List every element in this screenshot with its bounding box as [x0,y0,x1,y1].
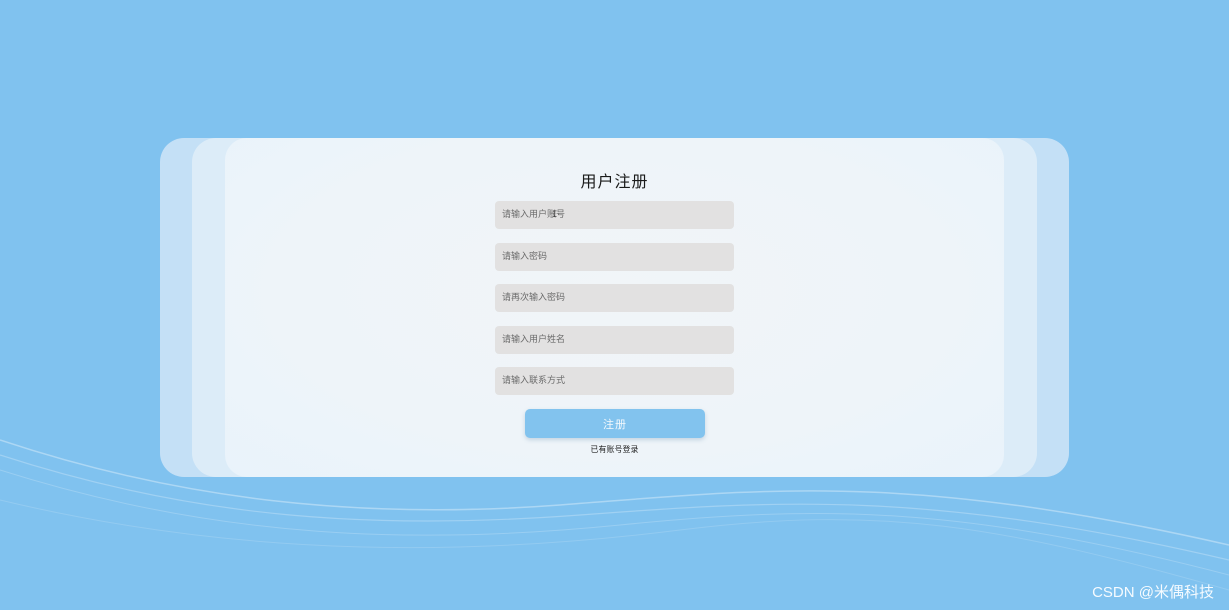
watermark: CSDN @米偶科技 [1092,584,1214,601]
account-input[interactable] [495,201,734,229]
login-link[interactable]: 已有账号登录 [225,444,1004,455]
register-button[interactable]: 注册 [525,409,705,438]
text-cursor-icon: I [552,210,558,220]
register-card: 用户注册 I 注册 已有账号登录 [225,138,1004,477]
contact-input[interactable] [495,367,734,395]
register-title: 用户注册 [580,172,649,191]
confirm-password-input[interactable] [495,284,734,312]
user-name-input[interactable] [495,326,734,354]
password-input[interactable] [495,243,734,271]
